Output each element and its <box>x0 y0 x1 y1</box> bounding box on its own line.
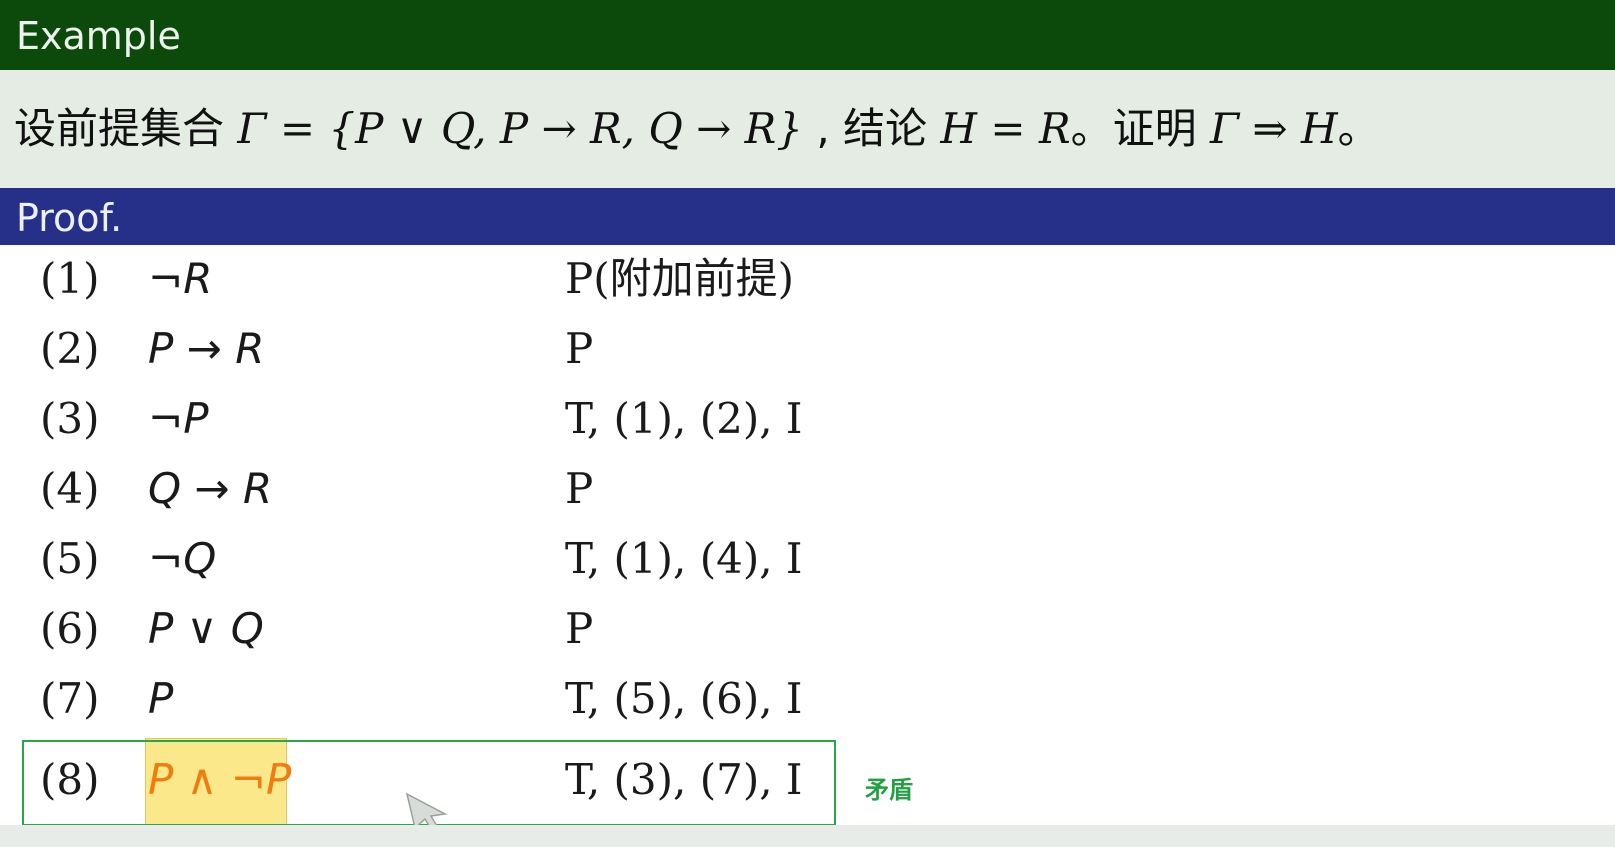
proof-step-3: (3) ¬P T, (1), (2), I <box>0 384 1615 454</box>
proof-step-4: (4) Q → R P <box>0 454 1615 524</box>
footer-band <box>0 825 1615 847</box>
step-formula: P ∨ Q <box>148 604 264 653</box>
step-number: (7) <box>40 674 100 723</box>
example-title: Example <box>0 0 1615 70</box>
step-formula: ¬P <box>148 394 209 443</box>
step-number: (5) <box>40 534 100 583</box>
proof-step-5: (5) ¬Q T, (1), (4), I <box>0 524 1615 594</box>
statement-prefix: 设前提集合 <box>14 104 238 153</box>
step-formula: P → R <box>148 324 265 373</box>
proof-step-7: (7) P T, (5), (6), I <box>0 664 1615 734</box>
step-rule: T, (1), (4), I <box>565 534 803 583</box>
step-rule: P <box>565 464 594 513</box>
statement-tail: 。证明 <box>1070 104 1210 153</box>
statement-goal: Γ ⇒ H <box>1209 104 1338 153</box>
proof-title: Proof. <box>0 188 1615 245</box>
step-rule: P <box>565 604 594 653</box>
example-statement: 设前提集合 Γ = {P ∨ Q, P → R, Q → R} , 结论 H =… <box>0 70 1615 188</box>
step-formula: Q → R <box>148 464 273 513</box>
statement-gamma: Γ = {P ∨ Q, P → R, Q → R} <box>237 104 804 153</box>
step-rule: P <box>565 324 594 373</box>
step-rule: T, (5), (6), I <box>565 674 803 723</box>
proof-step-1: (1) ¬R P(附加前提) <box>0 244 1615 314</box>
proof-step-2: (2) P → R P <box>0 314 1615 384</box>
step-formula: ¬R <box>148 254 213 303</box>
statement-end: 。 <box>1337 104 1380 153</box>
step-rule: T, (1), (2), I <box>565 394 803 443</box>
step-number: (3) <box>40 394 100 443</box>
step-number: (1) <box>40 254 100 303</box>
statement-h: H = R <box>940 104 1071 153</box>
step-formula: P <box>148 674 174 723</box>
proof-step-6: (6) P ∨ Q P <box>0 594 1615 664</box>
step-number: (6) <box>40 604 100 653</box>
contradiction-label: 矛盾 <box>865 776 913 804</box>
step-rule: P(附加前提) <box>565 254 795 303</box>
step-number: (2) <box>40 324 100 373</box>
statement-mid: , 结论 <box>803 104 941 153</box>
step-formula: ¬Q <box>148 534 217 583</box>
step-number: (4) <box>40 464 100 513</box>
